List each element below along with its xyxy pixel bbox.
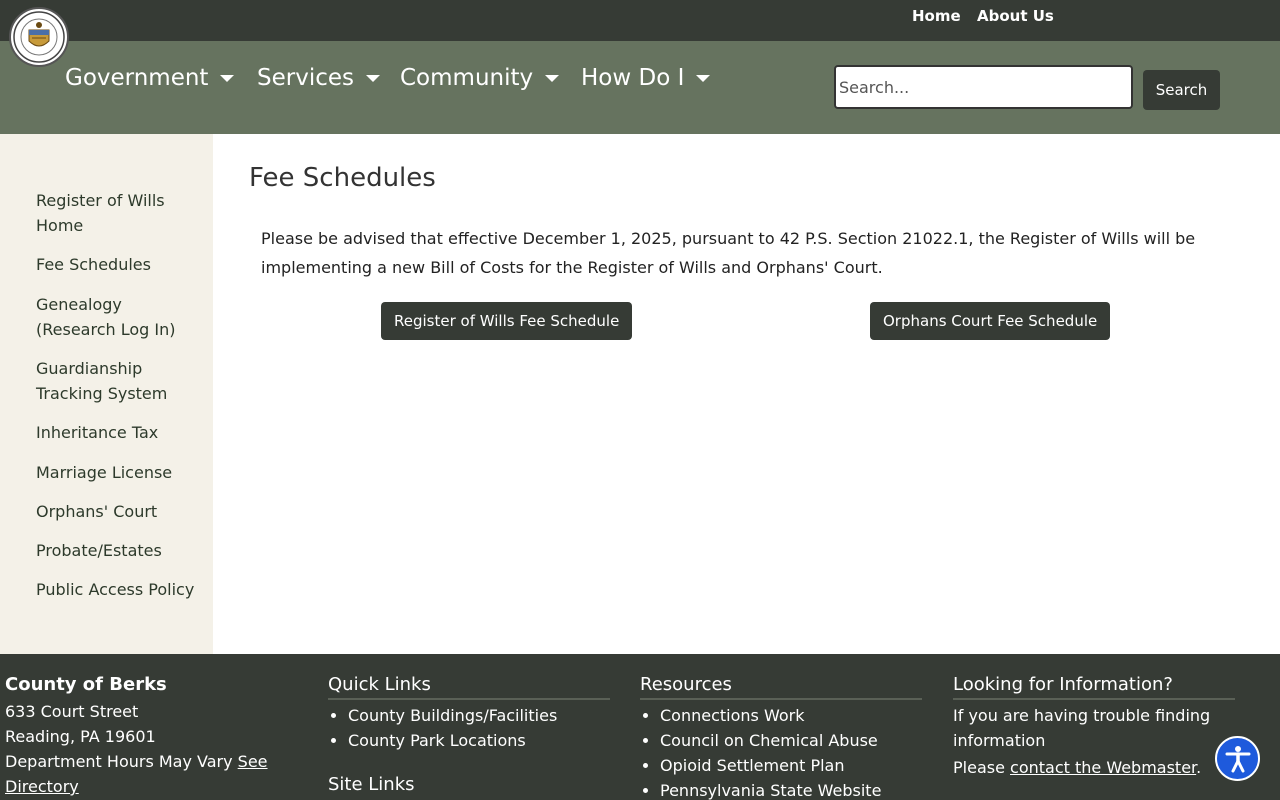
county-buildings-link[interactable]: County Buildings/Facilities [348,706,557,725]
nav-how-do-i[interactable]: How Do I [581,65,711,91]
list-item: County Buildings/Facilities [348,703,610,728]
page-title: Fee Schedules [249,163,436,193]
sidebar-item-public-access-policy[interactable]: Public Access Policy [36,577,206,602]
info-period: . [1196,758,1202,777]
footer-hours-text: Department Hours May Vary [5,752,238,771]
sidebar-item-register-of-wills-home[interactable]: Register of Wills Home [36,188,206,238]
footer-hours: Department Hours May Vary See Directory [5,749,305,799]
footer-address-line1: 633 Court Street [5,702,139,721]
contact-webmaster-link[interactable]: contact the Webmaster [1010,758,1196,777]
list-item: Opioid Settlement Plan [660,753,922,778]
nav-label: Community [400,65,534,91]
chevron-down-icon [696,74,711,82]
intro-text: Please be advised that effective Decembe… [261,229,1196,277]
info-heading: Looking for Information? [953,672,1235,700]
footer: County of Berks 633 Court Street Reading… [0,654,1280,800]
county-seal-icon[interactable] [9,7,69,67]
info-text: If you are having trouble finding inform… [953,706,1211,750]
footer-address-line2: Reading, PA 19601 [5,727,156,746]
list-item: Connections Work [660,703,922,728]
search-button[interactable]: Search [1143,70,1220,110]
about-us-link[interactable]: About Us [977,7,1054,25]
footer-info: Looking for Information? If you are havi… [953,672,1235,780]
connections-work-link[interactable]: Connections Work [660,706,804,725]
orphans-court-fee-schedule-button[interactable]: Orphans Court Fee Schedule [870,302,1111,340]
footer-resources: Resources Connections Work Council on Ch… [640,672,922,800]
resources-heading: Resources [640,672,922,700]
register-of-wills-fee-schedule-button[interactable]: Register of Wills Fee Schedule [381,302,633,340]
sidebar-item-inheritance-tax[interactable]: Inheritance Tax [36,420,206,445]
site-links-heading: Site Links [328,774,415,795]
chevron-down-icon [545,74,560,82]
footer-org-name: County of Berks [5,674,167,695]
nav-community[interactable]: Community [400,65,560,91]
sidebar-item-fee-schedules[interactable]: Fee Schedules [36,252,206,277]
list-item: County Park Locations [348,728,610,753]
accessibility-icon[interactable] [1215,736,1260,781]
main-navbar: Government Services Community How Do I S… [0,41,1280,134]
sidebar-item-orphans-court[interactable]: Orphans' Court [36,499,206,524]
nav-government[interactable]: Government [65,65,235,91]
county-park-locations-link[interactable]: County Park Locations [348,731,526,750]
sidebar: Register of Wills Home Fee Schedules Gen… [0,134,213,654]
sidebar-item-probate-estates[interactable]: Probate/Estates [36,538,206,563]
search-input[interactable] [834,65,1133,109]
nav-label: Government [65,65,209,91]
top-bar: Home About Us [0,0,1280,41]
footer-org: County of Berks 633 Court Street Reading… [5,672,305,799]
list-item: Council on Chemical Abuse [660,728,922,753]
list-item: Pennsylvania State Website [660,778,922,800]
opioid-settlement-plan-link[interactable]: Opioid Settlement Plan [660,756,844,775]
sidebar-item-guardianship-tracking[interactable]: Guardianship Tracking System [36,356,206,406]
quick-links-heading: Quick Links [328,672,610,700]
nav-label: How Do I [581,65,685,91]
info-contact: Please contact the Webmaster. [953,755,1235,780]
chevron-down-icon [366,74,380,82]
sidebar-item-genealogy[interactable]: Genealogy (Research Log In) [36,292,206,342]
pennsylvania-state-website-link[interactable]: Pennsylvania State Website [660,781,881,800]
nav-label: Services [257,65,354,91]
info-please: Please [953,758,1011,777]
council-chemical-abuse-link[interactable]: Council on Chemical Abuse [660,731,878,750]
main-content: Fee Schedules Please be advised that eff… [213,134,1280,654]
sidebar-item-marriage-license[interactable]: Marriage License [36,460,206,485]
chevron-down-icon [220,74,235,82]
nav-services[interactable]: Services [257,65,380,91]
home-link[interactable]: Home [912,7,961,25]
footer-quick-links: Quick Links County Buildings/Facilities … [328,672,610,797]
